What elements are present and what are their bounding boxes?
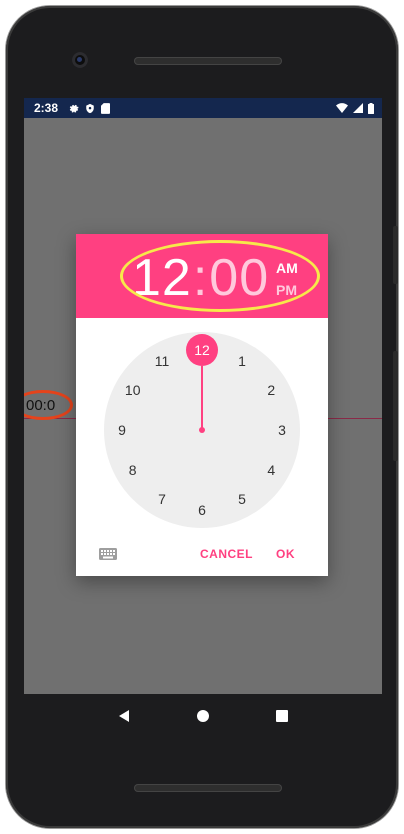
clock-number-2[interactable]: 2 [259, 378, 283, 402]
red-annotation-circle [24, 390, 73, 420]
clock-number-8[interactable]: 8 [121, 458, 145, 482]
clock-number-11[interactable]: 11 [150, 349, 174, 373]
clock-number-12[interactable]: 12 [190, 338, 214, 362]
bottom-speaker [134, 784, 282, 792]
clock-number-9[interactable]: 9 [110, 418, 134, 442]
screen: 2:38 00:0 12: 00 AM PM 12 1 2 3 4 5 6 7… [24, 98, 382, 694]
home-circle-icon[interactable] [193, 706, 213, 726]
status-time: 2:38 [34, 101, 59, 115]
shield-icon [85, 103, 95, 114]
clock-number-10[interactable]: 10 [121, 378, 145, 402]
clock-center-dot [199, 427, 205, 433]
yellow-annotation-ellipse [120, 240, 320, 312]
recents-square-icon[interactable] [272, 706, 292, 726]
clock-number-1[interactable]: 1 [230, 349, 254, 373]
dialog-header: 12:00 AM PM [76, 234, 328, 318]
ok-button[interactable]: OK [276, 544, 295, 564]
status-bar: 2:38 [24, 98, 382, 118]
clock-number-5[interactable]: 5 [230, 487, 254, 511]
wifi-icon [336, 103, 348, 113]
back-triangle-icon[interactable] [114, 706, 134, 726]
clock-number-6[interactable]: 6 [190, 498, 214, 522]
clock-number-4[interactable]: 4 [259, 458, 283, 482]
clock-number-7[interactable]: 7 [150, 487, 174, 511]
gear-icon [68, 103, 79, 114]
navigation-bar [24, 694, 382, 738]
sd-card-icon [101, 102, 111, 114]
clock-face[interactable]: 12 1 2 3 4 5 6 7 8 9 10 11 [104, 332, 300, 528]
cancel-button[interactable]: CANCEL [200, 544, 253, 564]
power-button [393, 226, 398, 284]
clock-number-3[interactable]: 3 [270, 418, 294, 442]
signal-icon [353, 103, 363, 113]
battery-icon [368, 102, 374, 114]
volume-button [393, 351, 398, 461]
time-picker-dialog: 12:00 AM PM 12 1 2 3 4 5 6 7 8 9 10 11 C… [76, 234, 328, 576]
dialog-actions: CANCEL OK [76, 540, 328, 568]
top-speaker [134, 57, 282, 65]
keyboard-icon[interactable] [96, 544, 120, 564]
front-camera [72, 52, 88, 68]
